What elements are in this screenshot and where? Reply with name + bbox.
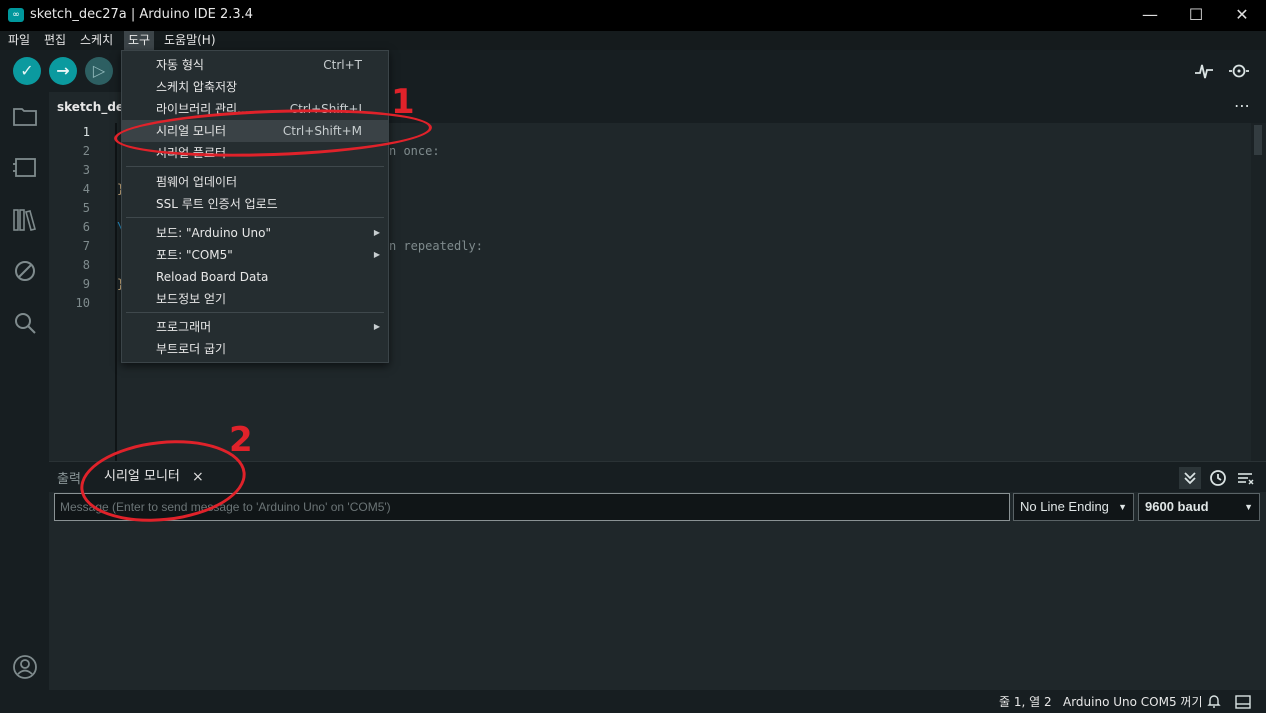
code-comment: n repeatedly:	[389, 239, 483, 253]
cursor-position: 줄 1, 열 2	[999, 695, 1052, 709]
more-actions-icon[interactable]: ⋯	[1234, 96, 1250, 115]
line-number: 8	[82, 258, 90, 272]
maximize-button[interactable]: ☐	[1173, 0, 1219, 31]
serial-plotter-icon[interactable]	[1193, 60, 1215, 82]
line-ending-select[interactable]: No Line Ending ▼	[1013, 493, 1134, 521]
line-number: 6	[82, 220, 90, 234]
board-status[interactable]: Arduino Uno COM5 꺼기	[1063, 693, 1203, 710]
serial-output-area	[49, 492, 1266, 690]
menu-item-programmer[interactable]: 프로그래머 ▶	[122, 316, 388, 338]
menu-help[interactable]: 도움말(H)	[160, 31, 220, 50]
menu-tools[interactable]: 도구	[124, 31, 155, 50]
baud-rate-select[interactable]: 9600 baud ▼	[1138, 493, 1260, 521]
arduino-logo-icon: ∞	[8, 8, 24, 22]
verify-button[interactable]: ✓	[13, 57, 41, 85]
menu-item-firmware-updater[interactable]: 펌웨어 업데이터	[122, 171, 388, 193]
boards-manager-icon[interactable]	[12, 155, 38, 181]
line-number: 2	[82, 144, 90, 158]
menu-sketch[interactable]: 스케치	[76, 31, 117, 50]
code-comment: n once:	[389, 144, 440, 158]
menu-separator	[126, 217, 384, 218]
toggle-panel-icon[interactable]	[1235, 694, 1251, 709]
notification-bell-icon[interactable]	[1206, 693, 1222, 709]
library-manager-icon[interactable]	[12, 207, 38, 233]
upload-button[interactable]: →	[49, 57, 77, 85]
menu-file[interactable]: 파일	[4, 31, 34, 50]
menu-item-auto-format[interactable]: 자동 형식 Ctrl+T	[122, 54, 388, 76]
search-icon[interactable]	[12, 310, 38, 336]
menu-item-get-board-info[interactable]: 보드정보 얻기	[122, 288, 388, 310]
clear-output-icon[interactable]	[1234, 467, 1256, 489]
window-title: sketch_dec27a | Arduino IDE 2.3.4	[30, 7, 254, 22]
editor-scrollbar[interactable]	[1251, 123, 1266, 461]
chevron-right-icon: ▶	[373, 250, 380, 259]
gutter-divider	[115, 123, 117, 461]
menu-edit[interactable]: 편집	[40, 31, 70, 50]
line-number: 5	[82, 201, 90, 215]
tab-output[interactable]: 출력	[57, 468, 81, 487]
annotation-number-1: 1	[391, 82, 415, 122]
minimize-button[interactable]: —	[1127, 0, 1173, 31]
debug-button[interactable]: ▷	[85, 57, 113, 85]
account-icon[interactable]	[12, 654, 38, 680]
menu-item-upload-ssl-certificates[interactable]: SSL 루트 인증서 업로드	[122, 193, 388, 215]
chevron-right-icon: ▶	[373, 228, 380, 237]
serial-monitor-icon[interactable]	[1227, 60, 1251, 82]
tab-sketch[interactable]: sketch_dec27a	[49, 92, 129, 123]
sidebar	[0, 92, 49, 690]
sketchbook-icon[interactable]	[12, 103, 38, 129]
line-number: 9	[82, 277, 90, 291]
menu-separator	[126, 312, 384, 313]
line-number: 4	[82, 182, 90, 196]
line-number: 10	[75, 296, 90, 310]
menu-item-reload-board-data[interactable]: Reload Board Data	[122, 266, 388, 288]
line-number: 1	[82, 125, 90, 139]
menu-item-port[interactable]: 포트: "COM5" ▶	[122, 244, 388, 266]
timestamp-icon[interactable]	[1207, 467, 1229, 489]
line-number: 3	[82, 163, 90, 177]
debug-icon[interactable]	[12, 258, 38, 284]
menu-separator	[126, 166, 384, 167]
chevron-down-icon: ▼	[1244, 502, 1253, 512]
line-number: 7	[82, 239, 90, 253]
menu-item-archive-sketch[interactable]: 스케치 압축저장	[122, 76, 388, 98]
scrollbar-thumb[interactable]	[1254, 125, 1262, 155]
chevron-down-icon: ▼	[1118, 502, 1127, 512]
autoscroll-icon[interactable]	[1179, 467, 1201, 489]
menu-item-board[interactable]: 보드: "Arduino Uno" ▶	[122, 222, 388, 244]
close-window-button[interactable]: ✕	[1219, 0, 1265, 31]
menu-item-burn-bootloader[interactable]: 부트로더 굽기	[122, 338, 388, 360]
chevron-right-icon: ▶	[373, 322, 380, 331]
annotation-number-2: 2	[229, 420, 253, 460]
